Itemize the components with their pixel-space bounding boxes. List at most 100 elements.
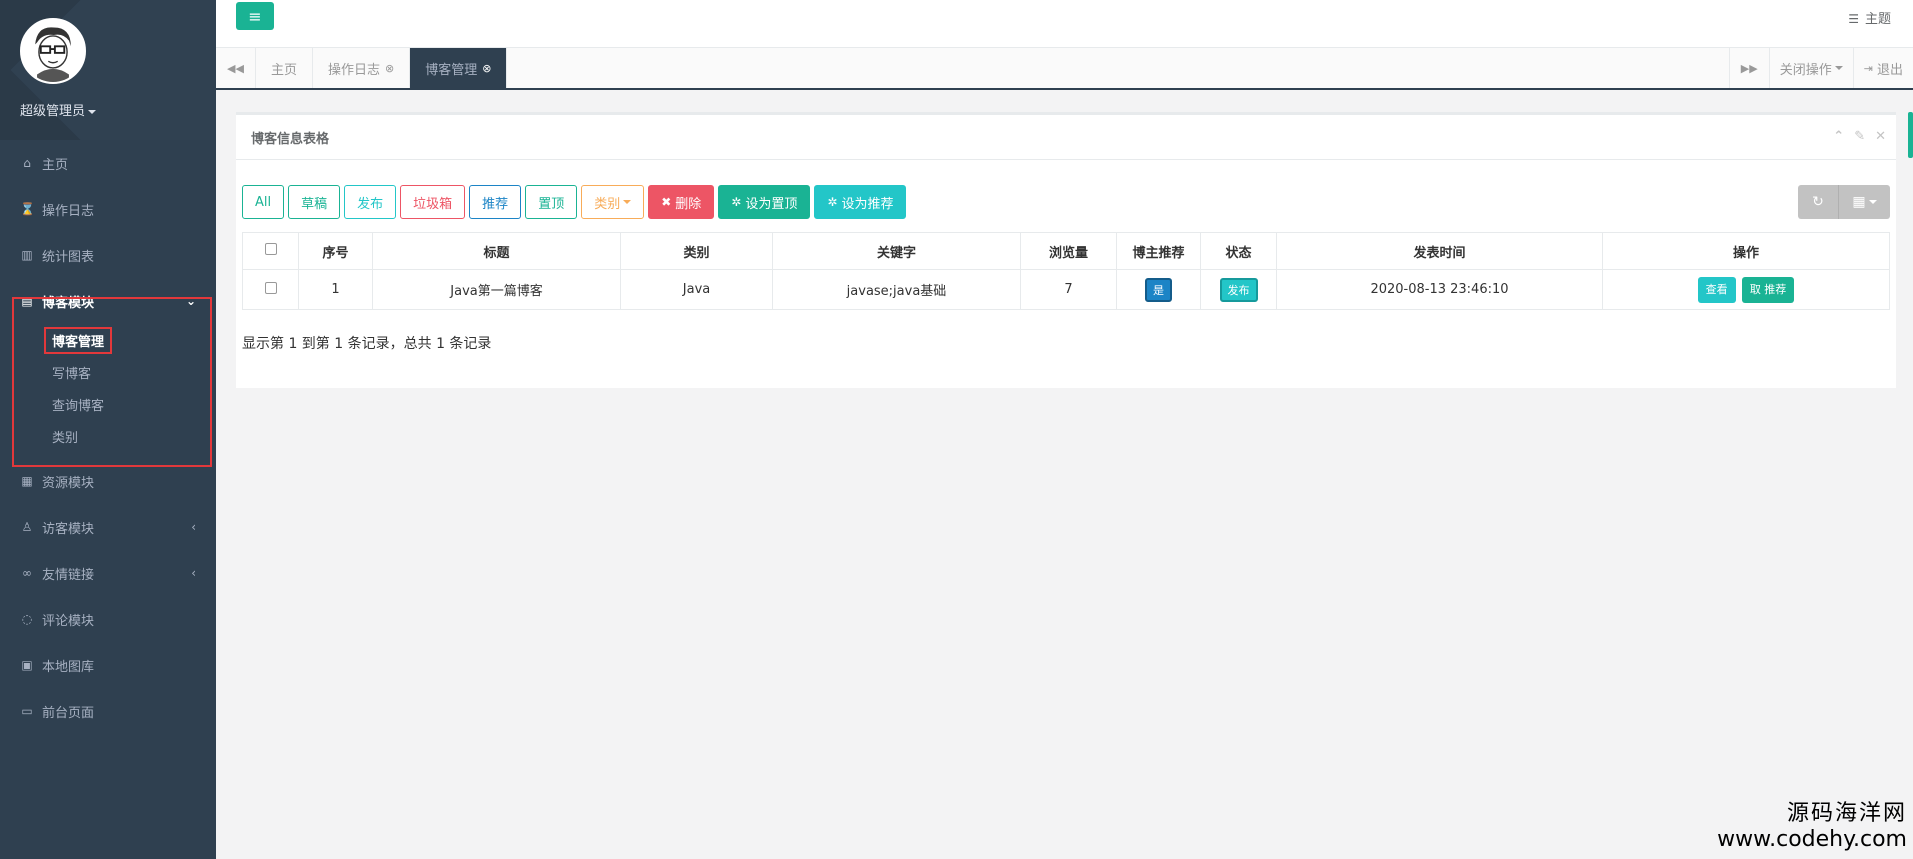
bar-chart-icon: ▥	[21, 248, 33, 262]
tab-label: 博客管理	[425, 62, 478, 78]
sidebar-item-home[interactable]: ⌂ 主页	[0, 140, 216, 186]
close-icon: ✖	[661, 195, 672, 209]
tab-blog-manage[interactable]: 博客管理 ⊗	[410, 48, 508, 88]
sidebar-item-label: 评论模块	[42, 613, 95, 629]
comment-icon: ◌	[21, 612, 33, 626]
link-icon: ∞	[22, 566, 32, 580]
close-operations-label: 关闭操作	[1779, 62, 1832, 78]
theme-button[interactable]: ☰ 主题	[1848, 8, 1891, 27]
caret-down-icon	[623, 200, 632, 204]
recommend-badge: 是	[1145, 277, 1172, 302]
table-row: 1 Java第一篇博客 Java javase;java基础 7 是 发布 20…	[242, 269, 1890, 310]
set-top-button[interactable]: ✲ 设为置顶	[718, 185, 811, 219]
cell-title: Java第一篇博客	[372, 269, 621, 310]
watermark-line2: www.codehy.com	[1717, 827, 1907, 852]
button-label: 设为推荐	[841, 196, 894, 212]
user-icon: ♙	[21, 520, 33, 534]
columns-dropdown-button[interactable]: ▦	[1838, 185, 1890, 219]
chevron-left-icon: ‹	[191, 566, 196, 580]
caret-down-icon	[88, 109, 97, 114]
filter-trash-button[interactable]: 垃圾箱	[400, 185, 466, 219]
column-header: 操作	[1602, 232, 1890, 270]
panel-tools: ⌃ ✎ ✕	[1833, 129, 1886, 144]
watermark-line1: 源码海洋网	[1786, 801, 1907, 826]
column-header[interactable]: 序号	[298, 232, 373, 270]
button-label: All	[255, 194, 272, 210]
table-right-tools: ↻ ▦	[1798, 185, 1890, 219]
tab-label: 主页	[271, 62, 298, 78]
topbar: ≡ ☰ 主题	[216, 0, 1913, 48]
delete-button[interactable]: ✖ 删除	[648, 185, 715, 219]
tab-scroll-right-button[interactable]: ▶▶	[1728, 48, 1769, 88]
sidebar-item-label: 资源模块	[42, 475, 95, 491]
hourglass-icon: ⌛	[20, 202, 35, 216]
filter-draft-button[interactable]: 草稿	[288, 185, 341, 219]
gear-icon: ✲	[827, 195, 838, 209]
refresh-button[interactable]: ↻	[1798, 185, 1838, 219]
logout-icon: ⇥	[1863, 61, 1873, 75]
close-icon[interactable]: ✕	[1875, 129, 1886, 144]
sidebar-item-label: 统计图表	[42, 249, 95, 265]
filter-recommend-button[interactable]: 推荐	[469, 185, 522, 219]
cell-category: Java	[620, 269, 773, 310]
column-header[interactable]: 博主推荐	[1116, 232, 1201, 270]
filter-publish-button[interactable]: 发布	[344, 185, 397, 219]
sidebar-item-frontend-page[interactable]: ▭ 前台页面	[0, 688, 216, 734]
column-header[interactable]: 关键字	[772, 232, 1021, 270]
profile-area: 超级管理员	[0, 0, 216, 140]
admin-dropdown[interactable]: 超级管理员	[20, 100, 97, 119]
tab-right-controls: ▶▶ 关闭操作 ⇥ 退出	[1728, 48, 1913, 88]
unrecommend-button[interactable]: 取 推荐	[1741, 276, 1795, 303]
select-all-checkbox[interactable]	[264, 243, 277, 255]
close-tab-icon[interactable]: ⊗	[482, 62, 491, 75]
logout-button[interactable]: ⇥ 退出	[1852, 48, 1913, 88]
chevron-left-icon: ‹	[191, 520, 196, 534]
column-header[interactable]: 状态	[1200, 232, 1277, 270]
category-dropdown-button[interactable]: 类别	[581, 185, 645, 219]
button-label: 推荐	[482, 196, 509, 212]
sidebar-item-comment-module[interactable]: ◌ 评论模块	[0, 596, 216, 642]
button-label: 删除	[675, 196, 702, 212]
sidebar-item-operation-log[interactable]: ⌛ 操作日志	[0, 186, 216, 232]
menu-toggle-button[interactable]: ≡	[236, 2, 274, 30]
tab-operation-log[interactable]: 操作日志 ⊗	[313, 48, 411, 88]
column-header[interactable]: 标题	[372, 232, 621, 270]
desktop-icon: ▭	[21, 704, 33, 718]
scrollbar[interactable]	[1908, 112, 1913, 158]
cell-recommend: 是	[1116, 269, 1201, 310]
close-operations-dropdown[interactable]: 关闭操作	[1768, 48, 1853, 88]
hamburger-icon: ≡	[248, 6, 262, 26]
button-label: 类别	[594, 196, 621, 212]
cell-status: 发布	[1200, 269, 1277, 310]
tab-bar: ◀◀ 主页 操作日志 ⊗ 博客管理 ⊗ ▶▶ 关闭操作 ⇥ 退出	[216, 48, 1913, 90]
avatar[interactable]	[20, 18, 86, 84]
button-label: 垃圾箱	[413, 196, 453, 212]
column-header[interactable]: 浏览量	[1020, 232, 1117, 270]
sidebar-item-visitor-module[interactable]: ♙ 访客模块 ‹	[0, 504, 216, 550]
tab-scroll-left-button[interactable]: ◀◀	[216, 48, 256, 88]
row-checkbox[interactable]	[264, 281, 277, 294]
view-button[interactable]: 查看	[1697, 276, 1736, 303]
sidebar-item-friend-links[interactable]: ∞ 友情链接 ‹	[0, 550, 216, 596]
status-badge: 发布	[1219, 277, 1258, 302]
sidebar-item-local-gallery[interactable]: ▣ 本地图库	[0, 642, 216, 688]
tab-home[interactable]: 主页	[256, 48, 314, 88]
close-tab-icon[interactable]: ⊗	[385, 62, 394, 75]
filter-top-button[interactable]: 置顶	[525, 185, 578, 219]
button-label: 设为置顶	[745, 196, 798, 212]
table-header-row: 序号 标题 类别 关键字 浏览量 博主推荐 状态 发表时间 操作	[242, 232, 1890, 270]
column-header[interactable]: 类别	[620, 232, 773, 270]
table-icon: ▦	[21, 474, 33, 488]
button-label: 发布	[357, 196, 384, 212]
wrench-icon[interactable]: ✎	[1854, 129, 1865, 144]
filter-all-button[interactable]: All	[242, 185, 285, 219]
collapse-icon[interactable]: ⌃	[1833, 129, 1844, 144]
sidebar-item-charts[interactable]: ▥ 统计图表	[0, 232, 216, 278]
caret-down-icon	[1868, 200, 1877, 204]
double-left-icon: ◀◀	[227, 61, 244, 75]
refresh-icon: ↻	[1812, 194, 1824, 210]
column-header[interactable]: 发表时间	[1276, 232, 1603, 270]
sidebar-item-label: 访客模块	[42, 521, 95, 537]
sidebar: 超级管理员 ⌂ 主页 ⌛ 操作日志 ▥ 统计图表 ▤ 博客模块 ⌄ 博客管理 写…	[0, 0, 216, 859]
set-recommend-button[interactable]: ✲ 设为推荐	[814, 185, 907, 219]
